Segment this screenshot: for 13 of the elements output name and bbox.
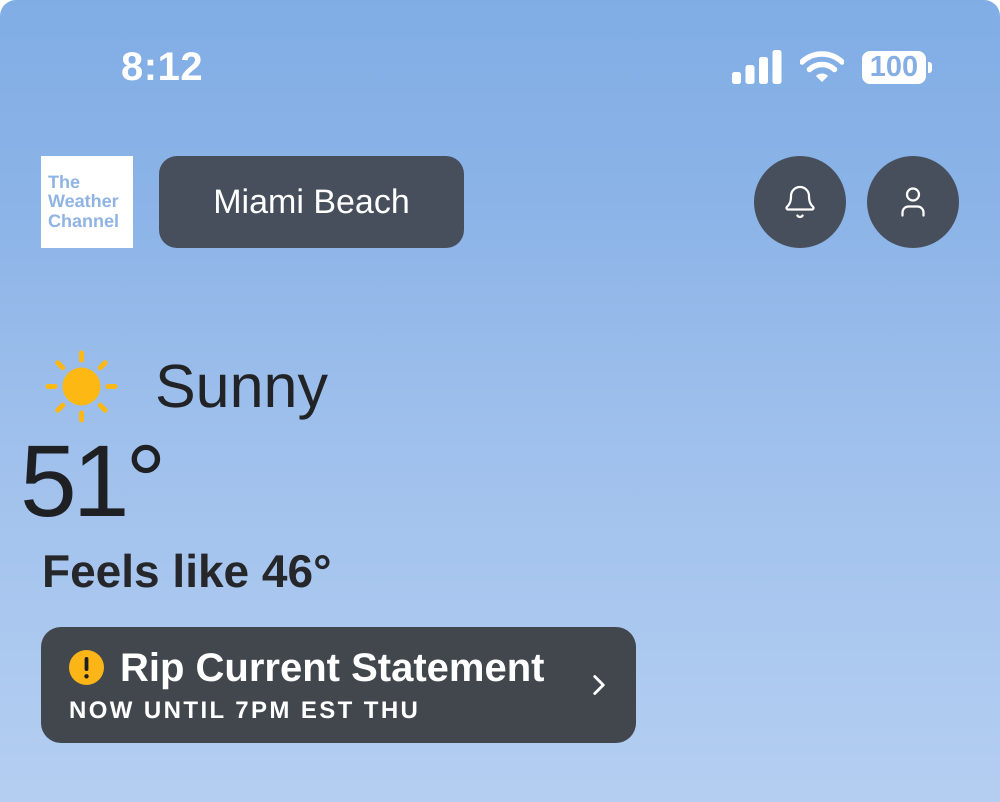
wifi-icon [800,51,844,83]
status-time: 8:12 [121,44,204,90]
alert-subtitle: NOW UNTIL 7PM EST THU [69,698,422,722]
feels-like-temperature: Feels like 46° [42,548,332,594]
location-button[interactable]: Miami Beach [159,156,464,248]
logo-text: The Weather Channel [48,172,120,232]
temperature: 51° [20,430,162,532]
signal-icon [732,50,782,84]
sun-icon [45,350,118,422]
alert-card[interactable]: Rip Current Statement NOW UNTIL 7PM EST THU [41,627,636,743]
battery-indicator: 100 [862,50,932,84]
alert-title: Rip Current Statement [120,648,544,688]
warning-icon [69,650,104,685]
